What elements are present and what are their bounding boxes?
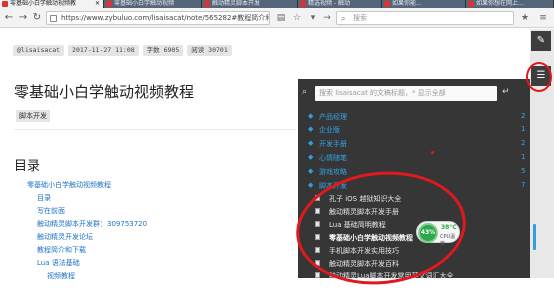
browser-tab-active[interactable]: 零基础小白学触动视频教 ✕ (0, 0, 104, 8)
toc-link[interactable]: 视频教程 (47, 272, 75, 281)
toc-link[interactable]: 教程简介和下载 (37, 246, 86, 255)
toc-link[interactable]: 写在前面 (37, 207, 65, 216)
note-meta-row: @lisaisacat 2017-11-27 11:08 字数 6905 阅读 … (13, 45, 232, 56)
site-favicon-icon (106, 1, 112, 7)
panel-scrollbar[interactable] (533, 224, 536, 250)
page-title: 零基础小白学触动视频教程 (14, 83, 195, 101)
annotation-dot (431, 151, 434, 154)
site-favicon-icon (300, 1, 306, 7)
browser-tab[interactable]: 精选视频 - 触动 (298, 0, 382, 8)
word-count-chip: 字数 6905 (142, 45, 184, 56)
refresh-icon[interactable]: ↻ (30, 11, 44, 25)
category-item[interactable]: ◆ 企业版 1 (305, 123, 529, 136)
browser-tab[interactable]: 触动精灵脚本开发 (202, 0, 298, 8)
note-tag[interactable]: 脚本开发 (16, 110, 50, 122)
document-icon (315, 272, 320, 278)
toc-link[interactable]: 触动精灵开发论坛 (37, 233, 93, 242)
tag-icon: ◆ (308, 112, 314, 120)
menu-icon[interactable]: ≡ (536, 11, 550, 25)
tag-icon: ◆ (308, 153, 314, 161)
edit-pencil-icon[interactable]: ✎ (531, 31, 551, 51)
tag-icon: ◆ (308, 139, 314, 147)
bookmarks-icon[interactable]: ★ (518, 11, 532, 25)
category-item[interactable]: ◆ 产品经理 2 (305, 110, 529, 123)
toc-link[interactable]: 触动精灵脚本开发群：309753720 (37, 220, 147, 229)
notes-search-input[interactable]: 搜索 lisaisacat 的文稿标题，* 显示全部 (315, 86, 497, 101)
site-favicon-icon (468, 1, 474, 7)
divider (14, 129, 296, 130)
search-icon: ⌕ (302, 87, 308, 97)
reader-view-icon[interactable]: ▤ (274, 11, 288, 25)
browser-nav-bar: ← → ↻ https://www.zybuluo.com/lisaisacat… (0, 8, 554, 28)
site-favicon-icon (204, 1, 210, 7)
address-bar[interactable]: https://www.zybuluo.com/lisaisacat/note/… (46, 11, 270, 25)
toc-link[interactable]: 目录 (37, 194, 51, 203)
toc-link[interactable]: Lua 语法基础 (37, 259, 80, 268)
read-count-chip: 阅读 30701 (187, 45, 232, 56)
dropdown-icon[interactable]: ▾ (306, 11, 320, 25)
bookmark-star-icon[interactable]: ☆ (290, 11, 304, 25)
enter-icon[interactable]: ↵ (502, 87, 510, 97)
forward-arrow-icon[interactable]: → (16, 11, 30, 25)
toc-heading: 目录 (14, 159, 41, 174)
tag-icon: ◆ (308, 167, 314, 175)
category-item[interactable]: ◆ 心情随笔 1 (305, 151, 529, 164)
close-tab-icon[interactable]: ✕ (95, 0, 100, 8)
site-favicon-icon (2, 1, 8, 7)
category-item[interactable]: ◆ 开发手册 2 (305, 137, 529, 150)
toc-link[interactable]: 零基础小白学触动视频教程 (27, 181, 111, 190)
browser-tab[interactable]: 如果你想在网上... (466, 0, 554, 8)
back-arrow-icon[interactable]: ← (2, 11, 16, 25)
go-arrow-icon[interactable]: → (320, 11, 334, 25)
browser-tab[interactable]: 零基础小白学触动视频 (104, 0, 202, 8)
browser-tab[interactable]: 如果你能... (382, 0, 466, 8)
tag-icon: ◆ (308, 181, 314, 189)
author-chip[interactable]: @lisaisacat (13, 45, 65, 56)
lock-icon (50, 15, 57, 22)
annotation-circle (526, 62, 552, 92)
search-icon: ⌕ (341, 14, 346, 23)
browser-search-input[interactable]: ⌕ 搜索 (336, 11, 514, 25)
date-chip: 2017-11-27 11:08 (68, 45, 139, 56)
browser-tab-bar: 零基础小白学触动视频教 ✕ 零基础小白学触动视频 触动精灵脚本开发 精选视频 - … (0, 0, 554, 8)
site-favicon-icon (384, 1, 390, 7)
tag-icon: ◆ (308, 125, 314, 133)
